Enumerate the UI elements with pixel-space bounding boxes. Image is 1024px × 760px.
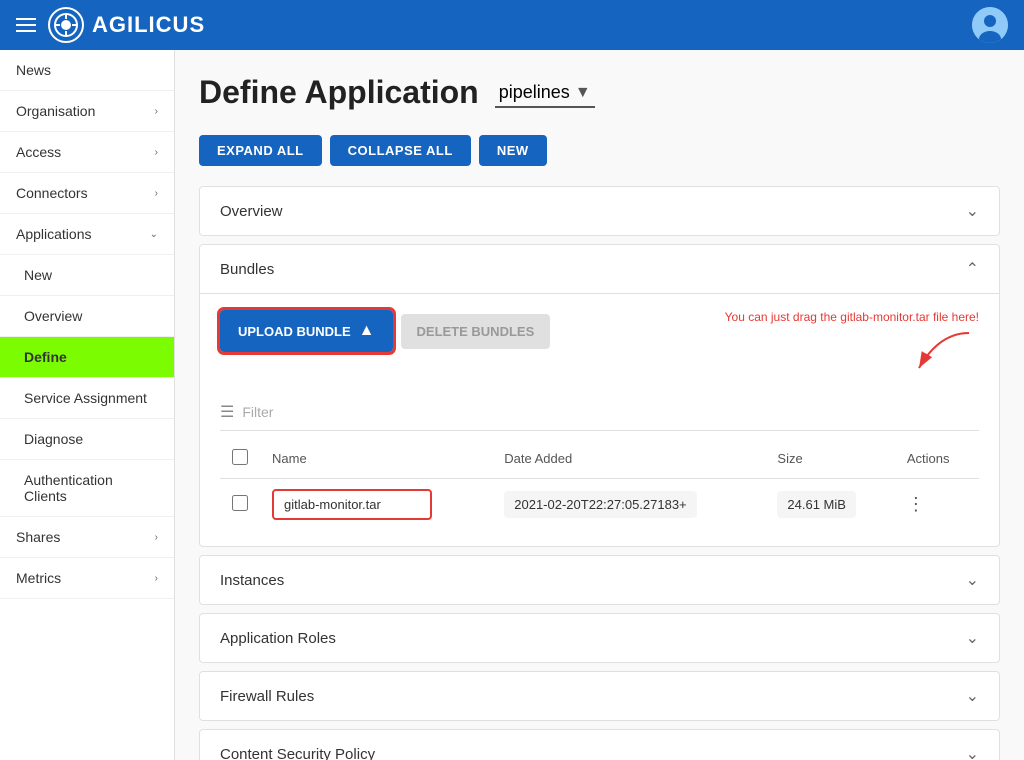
sidebar-item-access[interactable]: Access › (0, 132, 174, 173)
toolbar: EXPAND ALL COLLAPSE ALL NEW (199, 135, 1000, 166)
bundles-label: Bundles (220, 261, 274, 278)
actions-menu-icon[interactable]: ⋮ (907, 494, 925, 514)
firewall-rules-section: Firewall Rules ⌄ (199, 671, 1000, 721)
table-header-row: Name Date Added Size Actions (220, 439, 979, 479)
delete-bundles-button[interactable]: DELETE BUNDLES (401, 314, 551, 349)
expand-all-button[interactable]: EXPAND ALL (199, 135, 322, 166)
user-avatar-icon[interactable] (972, 7, 1008, 43)
chevron-right-icon: › (155, 106, 158, 117)
content-security-policy-label: Content Security Policy (220, 746, 375, 760)
bundle-date-cell: 2021-02-20T22:27:05.27183+ (492, 479, 765, 531)
collapse-all-button[interactable]: COLLAPSE ALL (330, 135, 471, 166)
main-content: Define Application pipelines ▼ EXPAND AL… (175, 50, 1024, 760)
arrow-hint-icon (899, 328, 979, 378)
bundle-name-cell: gitlab-monitor.tar (260, 479, 492, 531)
app-header: AGILICUS (0, 0, 1024, 50)
chevron-down-icon: ⌄ (150, 229, 158, 240)
chevron-right-icon: › (155, 573, 158, 584)
bundles-section: Bundles ⌃ UPLOAD BUNDLE ▲ DELETE BUNDLES (199, 244, 1000, 547)
bundle-size-cell: 24.61 MiB (765, 479, 894, 531)
firewall-rules-section-header[interactable]: Firewall Rules ⌄ (200, 672, 999, 720)
sidebar-item-service-assignment[interactable]: Service Assignment (0, 378, 174, 419)
overview-section-header[interactable]: Overview ⌄ (200, 187, 999, 235)
filter-icon: ☰ (220, 402, 234, 422)
chevron-right-icon: › (155, 188, 158, 199)
sidebar-item-new[interactable]: New (0, 255, 174, 296)
col-size: Size (765, 439, 894, 479)
overview-label: Overview (220, 203, 283, 220)
chevron-down-icon: ⌄ (966, 628, 979, 648)
col-actions: Actions (895, 439, 979, 479)
application-dropdown[interactable]: pipelines ▼ (495, 78, 595, 108)
sidebar-item-organisation[interactable]: Organisation › (0, 91, 174, 132)
logo-text: AGILICUS (92, 12, 205, 38)
col-name: Name (260, 439, 492, 479)
sidebar-item-connectors[interactable]: Connectors › (0, 173, 174, 214)
application-roles-section: Application Roles ⌄ (199, 613, 1000, 663)
bundles-button-row: UPLOAD BUNDLE ▲ DELETE BUNDLES (220, 310, 550, 352)
table-row: gitlab-monitor.tar 2021-02-20T22:27:05.2… (220, 479, 979, 531)
chevron-right-icon: › (155, 147, 158, 158)
sidebar-item-authentication-clients[interactable]: Authentication Clients (0, 460, 174, 517)
select-all-checkbox[interactable] (232, 449, 248, 465)
page-title-row: Define Application pipelines ▼ (199, 74, 1000, 111)
sidebar: News Organisation › Access › Connectors … (0, 50, 175, 760)
sidebar-item-define[interactable]: Define (0, 337, 174, 378)
chevron-up-icon: ⌃ (966, 259, 979, 279)
sidebar-item-metrics[interactable]: Metrics › (0, 558, 174, 599)
instances-section: Instances ⌄ (199, 555, 1000, 605)
app-logo: AGILICUS (48, 7, 205, 43)
sidebar-item-diagnose[interactable]: Diagnose (0, 419, 174, 460)
hint-text: You can just drag the gitlab-monitor.tar… (725, 310, 979, 324)
instances-label: Instances (220, 572, 284, 589)
sidebar-item-overview[interactable]: Overview (0, 296, 174, 337)
application-select[interactable]: pipelines (495, 78, 595, 108)
content-security-policy-section-header[interactable]: Content Security Policy ⌄ (200, 730, 999, 760)
hint-container: You can just drag the gitlab-monitor.tar… (725, 310, 979, 378)
hamburger-icon[interactable] (16, 18, 36, 32)
firewall-rules-label: Firewall Rules (220, 688, 314, 705)
chevron-right-icon: › (155, 532, 158, 543)
filter-label: Filter (242, 404, 273, 420)
sidebar-item-applications[interactable]: Applications ⌄ (0, 214, 174, 255)
chevron-down-icon: ⌄ (966, 201, 979, 221)
application-roles-label: Application Roles (220, 630, 336, 647)
content-security-policy-section: Content Security Policy ⌄ (199, 729, 1000, 760)
logo-icon (48, 7, 84, 43)
bundles-section-body: UPLOAD BUNDLE ▲ DELETE BUNDLES You can j… (200, 293, 999, 546)
filter-row: ☰ Filter (220, 394, 979, 431)
row-checkbox[interactable] (232, 495, 248, 511)
instances-section-header[interactable]: Instances ⌄ (200, 556, 999, 604)
bundle-actions-cell[interactable]: ⋮ (895, 479, 979, 531)
upload-icon: ▲ (359, 322, 375, 340)
chevron-down-icon: ⌄ (966, 570, 979, 590)
page-title: Define Application (199, 74, 479, 111)
sidebar-item-news[interactable]: News (0, 50, 174, 91)
bundles-section-header[interactable]: Bundles ⌃ (200, 245, 999, 293)
col-date-added: Date Added (492, 439, 765, 479)
bundles-table: Name Date Added Size Actions gitlab-moni… (220, 439, 979, 530)
overview-section: Overview ⌄ (199, 186, 1000, 236)
main-layout: News Organisation › Access › Connectors … (0, 50, 1024, 760)
chevron-down-icon: ⌄ (966, 744, 979, 760)
sidebar-item-shares[interactable]: Shares › (0, 517, 174, 558)
new-button[interactable]: NEW (479, 135, 547, 166)
upload-bundle-button[interactable]: UPLOAD BUNDLE ▲ (220, 310, 393, 352)
chevron-down-icon: ⌄ (966, 686, 979, 706)
application-roles-section-header[interactable]: Application Roles ⌄ (200, 614, 999, 662)
